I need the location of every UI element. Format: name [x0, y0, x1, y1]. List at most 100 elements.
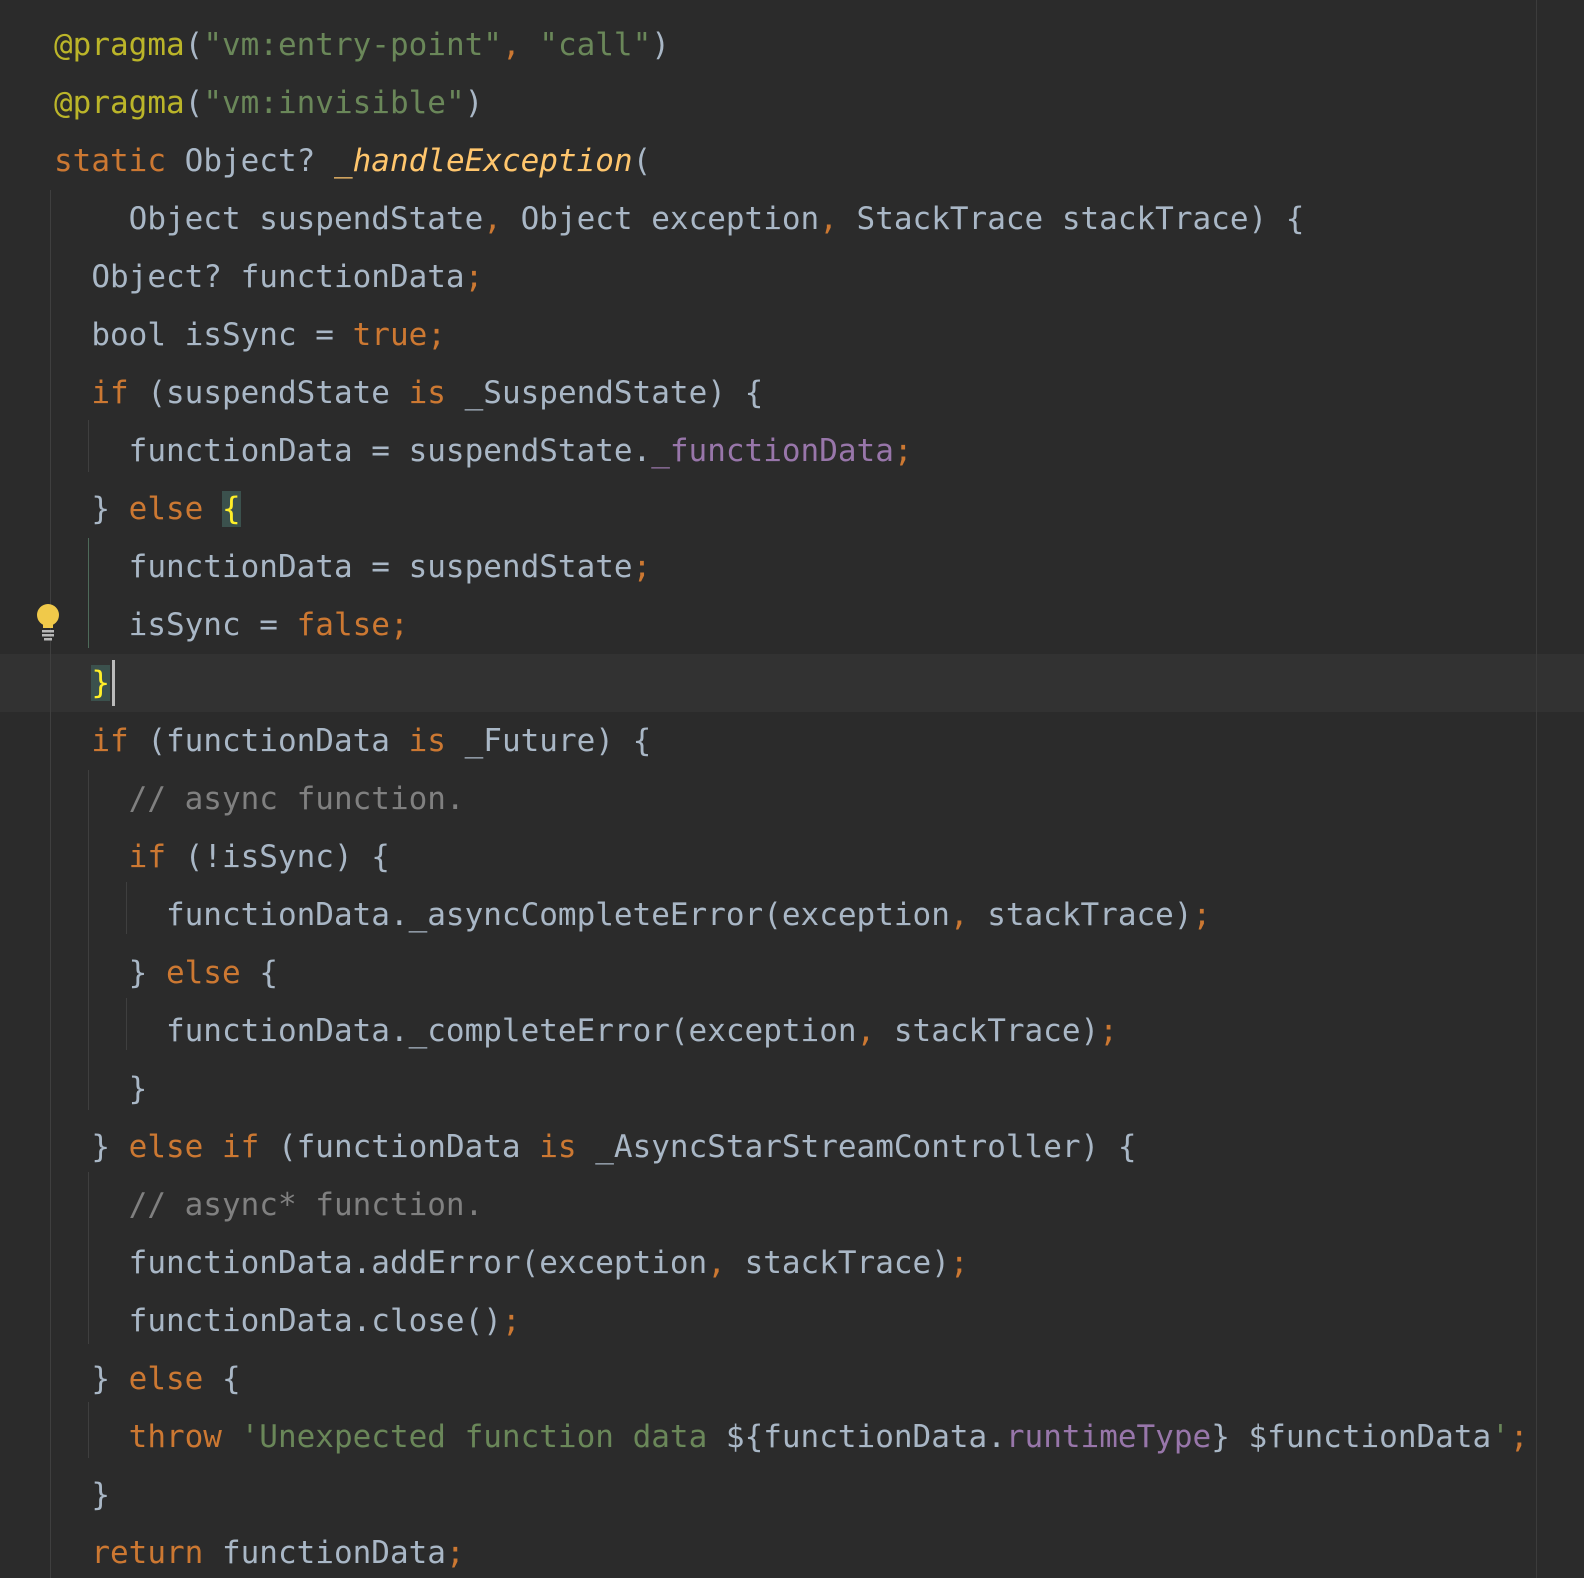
code-line[interactable]: } else if (functionData is _AsyncStarStr… — [0, 1118, 1584, 1176]
code-token: ; — [1509, 1419, 1529, 1455]
code-token: _handleException — [333, 143, 633, 179]
code-line[interactable]: static Object? _handleException( — [0, 132, 1584, 190]
code-token: ; — [1099, 1013, 1118, 1049]
code-line[interactable]: functionData._completeError(exception, s… — [0, 1002, 1584, 1060]
code-line[interactable]: @pragma("vm:invisible") — [0, 74, 1584, 132]
code-line-text: @pragma("vm:invisible") — [54, 74, 483, 132]
code-line[interactable]: bool isSync = true; — [0, 306, 1584, 364]
code-line[interactable]: functionData = suspendState._functionDat… — [0, 422, 1584, 480]
code-token: runtimeType — [1005, 1419, 1212, 1455]
code-line[interactable]: // async function. — [0, 770, 1584, 828]
code-token: if — [54, 839, 185, 875]
code-token: static — [54, 143, 185, 179]
code-line-text: } else { — [54, 480, 241, 538]
code-line-text: } else if (functionData is _AsyncStarStr… — [54, 1118, 1137, 1176]
code-line[interactable]: } — [0, 654, 1584, 712]
code-line-text: return functionData; — [54, 1524, 465, 1578]
code-token: @pragma — [54, 85, 185, 121]
code-line-text: if (functionData is _Future) { — [54, 712, 651, 770]
code-token: } — [54, 1361, 129, 1397]
code-line[interactable]: throw 'Unexpected function data ${functi… — [0, 1408, 1584, 1466]
code-token: functionData._asyncCompleteError(excepti… — [54, 897, 950, 933]
code-line[interactable]: } — [0, 1060, 1584, 1118]
code-token: ( — [632, 143, 652, 179]
code-line-text: bool isSync = true; — [54, 306, 446, 364]
code-token: ( — [184, 27, 204, 63]
code-token: _AsyncStarStreamController) { — [595, 1129, 1137, 1165]
code-token: ; — [1192, 897, 1212, 933]
code-token: else if — [128, 1129, 278, 1165]
code-token: ${functionData. — [725, 1419, 1006, 1455]
code-line[interactable]: } — [0, 1466, 1584, 1524]
code-token: Object? functionData — [54, 259, 465, 295]
code-token: ) — [651, 27, 670, 63]
code-line[interactable]: @pragma("vm:entry-point", "call") — [0, 16, 1584, 74]
code-line[interactable]: // async* function. — [0, 1176, 1584, 1234]
code-line[interactable]: functionData._asyncCompleteError(excepti… — [0, 886, 1584, 944]
code-line-text: functionData = suspendState; — [54, 538, 652, 596]
code-line-text: functionData.addError(exception, stackTr… — [54, 1234, 969, 1292]
code-line[interactable]: Object? functionData; — [0, 248, 1584, 306]
code-token: Object? — [184, 143, 334, 179]
code-line-text: @pragma("vm:entry-point", "call") — [54, 16, 670, 74]
code-line-text: // async function. — [54, 770, 465, 828]
code-token: _Future) { — [464, 723, 652, 759]
code-token: , — [856, 1013, 894, 1049]
code-token: } — [54, 1477, 110, 1513]
code-line-text: } else { — [54, 944, 278, 1002]
code-token: "vm:entry-point" — [203, 27, 502, 63]
code-token: (functionData — [277, 1129, 540, 1165]
code-editor[interactable]: @pragma("vm:entry-point", "call") @pragma… — [0, 0, 1584, 1578]
code-token: functionData = suspendState. — [54, 433, 652, 469]
code-line-text: functionData.close(); — [54, 1292, 521, 1350]
code-token: ; — [445, 1535, 465, 1571]
code-token: ; — [893, 433, 913, 469]
code-line-text: functionData._asyncCompleteError(excepti… — [54, 886, 1211, 944]
code-line[interactable]: } else { — [0, 944, 1584, 1002]
code-line-text: Object? functionData; — [54, 248, 483, 306]
code-line-text: } — [54, 1466, 110, 1524]
code-token: is — [539, 1129, 596, 1165]
code-token: stackTrace) — [893, 1013, 1100, 1049]
code-token: ; — [501, 1303, 521, 1339]
code-token: (!isSync) { — [184, 839, 390, 875]
lightbulb-icon[interactable] — [35, 602, 61, 642]
code-line[interactable]: functionData = suspendState; — [0, 538, 1584, 596]
code-line[interactable]: if (suspendState is _SuspendState) { — [0, 364, 1584, 422]
code-line[interactable]: } else { — [0, 1350, 1584, 1408]
code-token: functionData._completeError(exception — [54, 1013, 857, 1049]
code-line[interactable]: if (functionData is _Future) { — [0, 712, 1584, 770]
code-token: (suspendState — [147, 375, 409, 411]
code-token: } — [54, 491, 129, 527]
code-token: "call" — [539, 27, 652, 63]
code-token: } — [91, 665, 110, 701]
code-token: } $functionData — [1211, 1419, 1492, 1455]
code-line[interactable]: Object suspendState, Object exception, S… — [0, 190, 1584, 248]
code-token: stackTrace) — [987, 897, 1193, 933]
code-token: { — [221, 1361, 241, 1397]
code-token: "vm:invisible" — [203, 85, 465, 121]
code-line[interactable]: } else { — [0, 480, 1584, 538]
code-line-text: } — [54, 1060, 148, 1118]
code-token: } — [54, 955, 166, 991]
code-line[interactable]: isSync = false; — [0, 596, 1584, 654]
code-token: { — [259, 955, 278, 991]
code-line[interactable]: functionData.close(); — [0, 1292, 1584, 1350]
code-token: { — [221, 491, 241, 527]
code-line[interactable]: functionData.addError(exception, stackTr… — [0, 1234, 1584, 1292]
code-token: stackTrace) — [744, 1245, 950, 1281]
code-token: ; — [464, 259, 484, 295]
code-token: return — [54, 1535, 222, 1571]
code-token: isSync = — [54, 607, 297, 643]
code-token: _SuspendState) { — [464, 375, 764, 411]
code-token: @pragma — [54, 27, 185, 63]
code-line[interactable]: if (!isSync) { — [0, 828, 1584, 886]
code-lines[interactable]: @pragma("vm:entry-point", "call") @pragma… — [0, 16, 1584, 1578]
code-token: , — [949, 897, 988, 933]
code-line-text: static Object? _handleException( — [54, 132, 651, 190]
code-line-text: throw 'Unexpected function data ${functi… — [54, 1408, 1529, 1466]
code-token: , — [501, 27, 540, 63]
code-line[interactable]: return functionData; — [0, 1524, 1584, 1578]
code-line-text: } — [54, 654, 110, 712]
